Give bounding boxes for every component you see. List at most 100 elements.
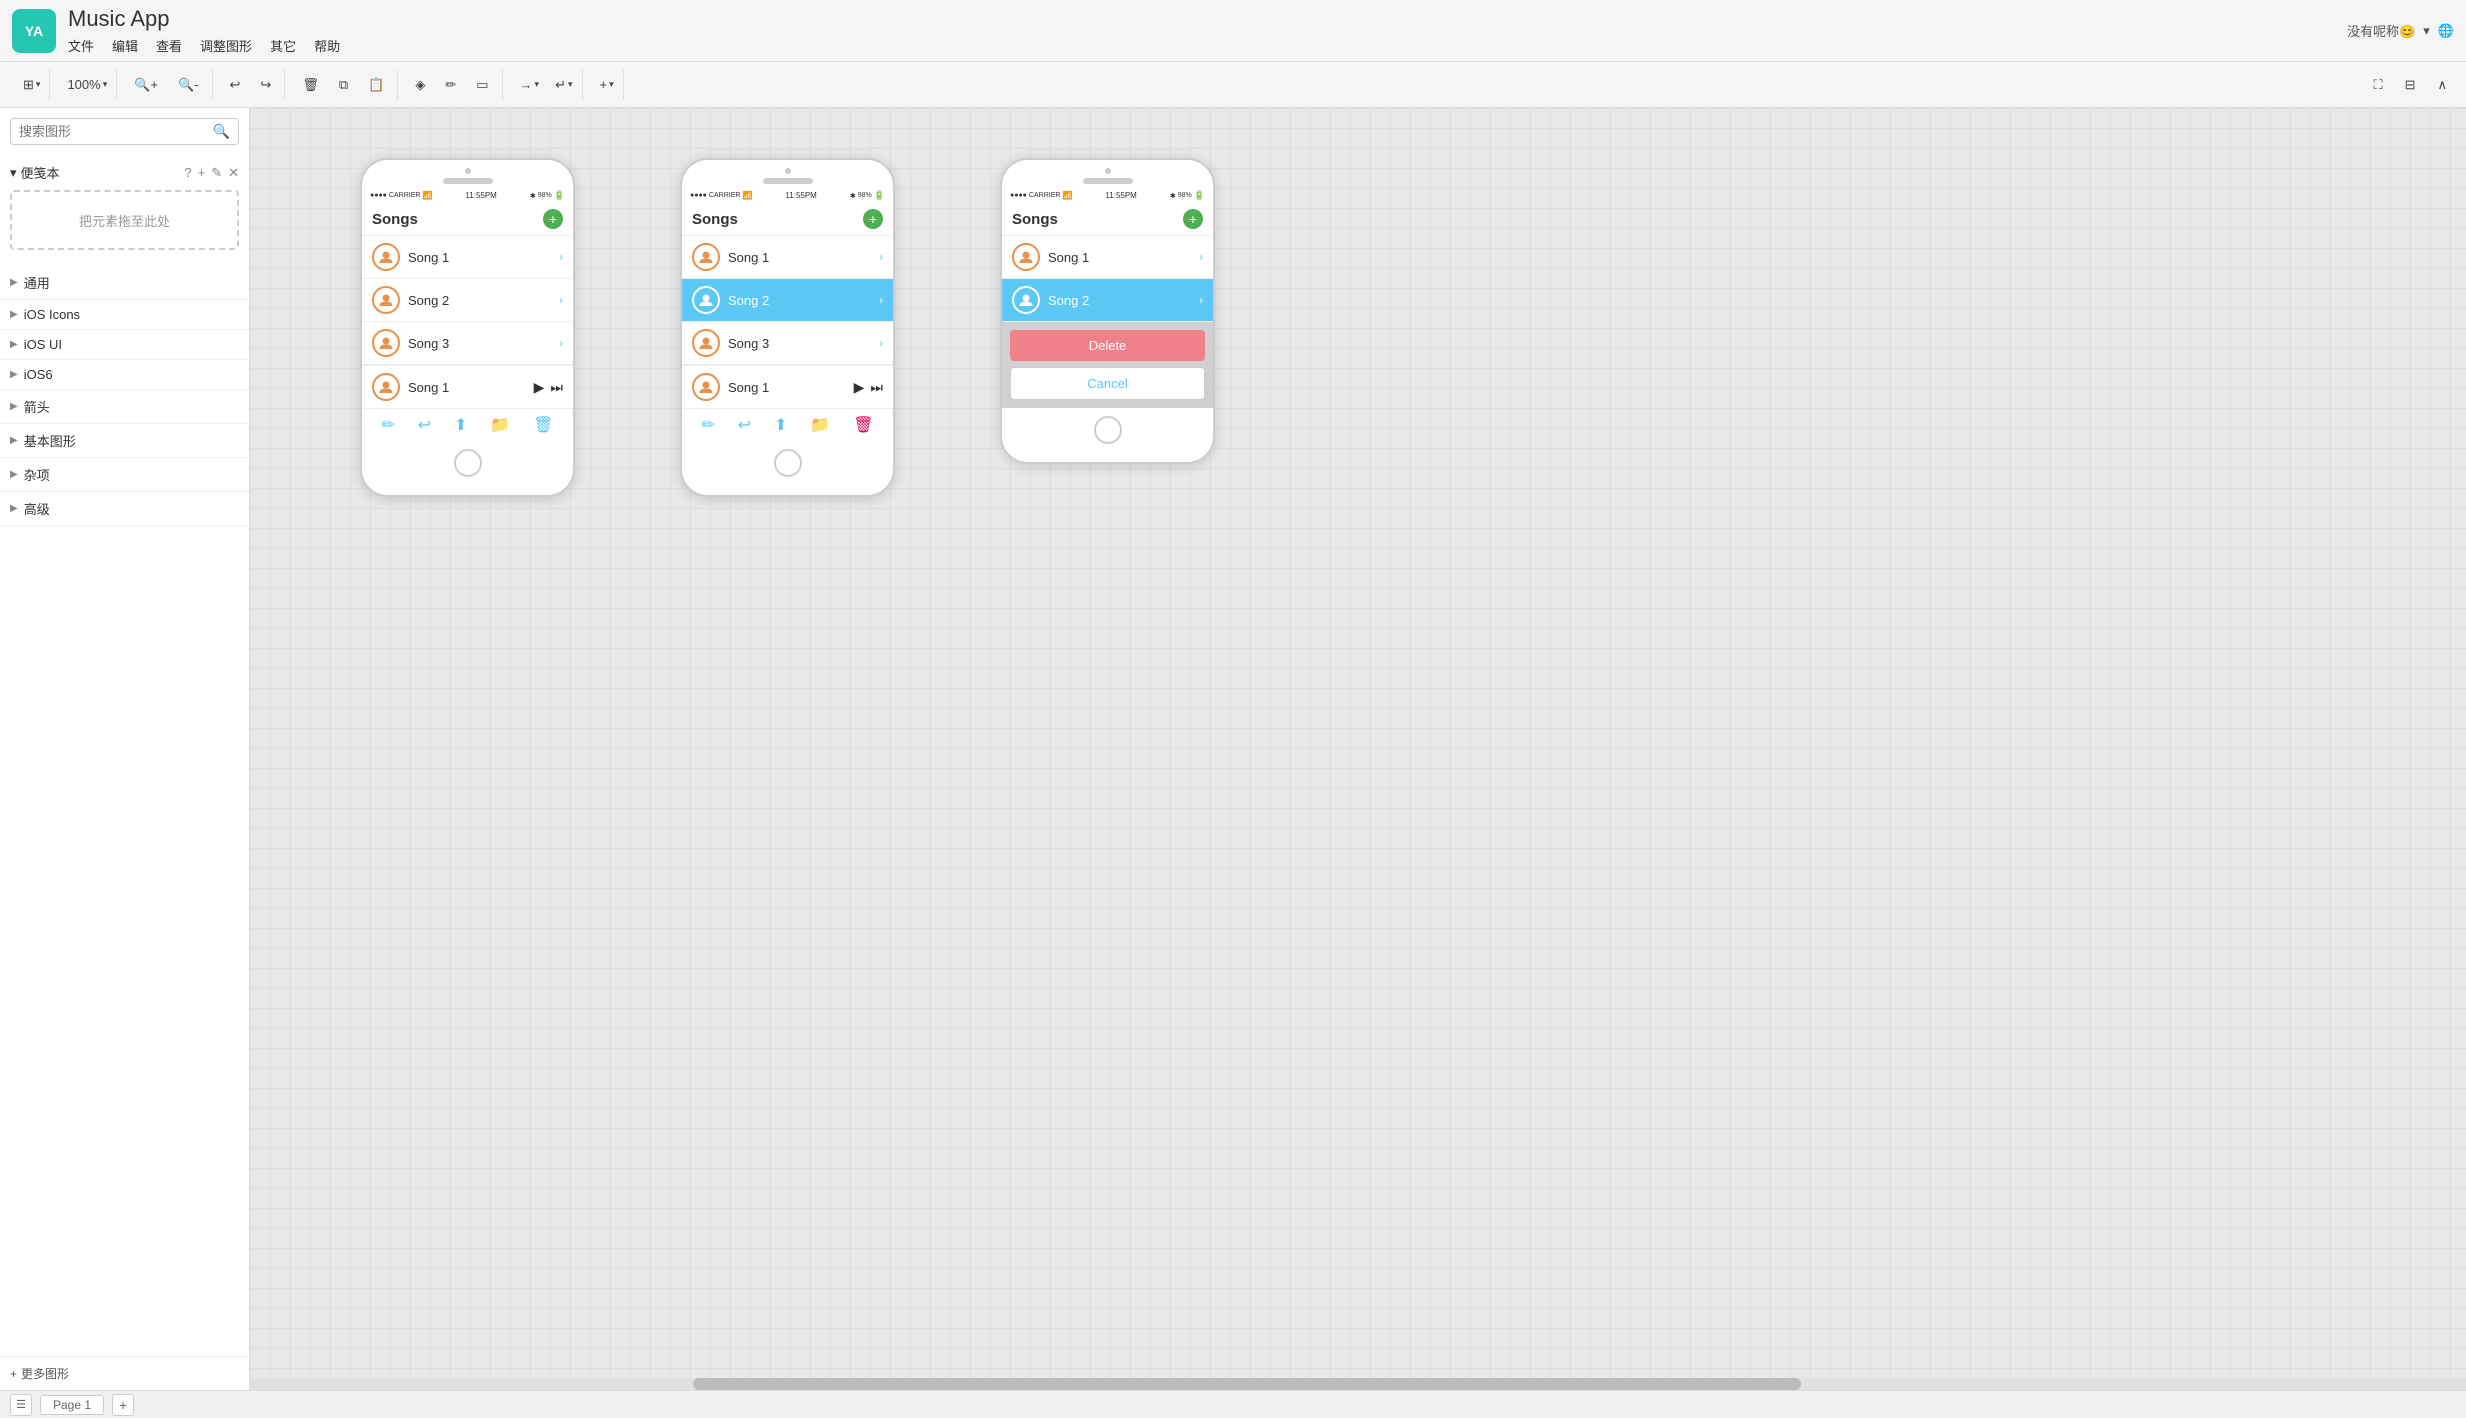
song-name-3-1: Song 1 <box>1048 250 1191 265</box>
zoom-out-icon: 🔍- <box>178 77 199 93</box>
cancel-button-3[interactable]: Cancel <box>1010 367 1205 400</box>
sidebar-item-ios6[interactable]: ▶ iOS6 <box>0 360 249 390</box>
sidebar-item-advanced[interactable]: ▶ 高级 <box>0 492 249 526</box>
insert-button[interactable]: + ▾ <box>591 70 619 100</box>
sidebar-item-ios-icons[interactable]: ▶ iOS Icons <box>0 300 249 330</box>
play-controls-1: ▶ ⏭ <box>534 379 563 396</box>
toolbar-right: ⛶ ⊟ ∧ <box>2364 70 2456 100</box>
play-button-1[interactable]: ▶ <box>534 379 545 396</box>
song-row-2-3[interactable]: Song 3 › <box>682 322 893 365</box>
sidebar-item-arrows[interactable]: ▶ 箭头 <box>0 390 249 424</box>
collapse-button[interactable]: ∧ <box>2428 70 2456 100</box>
menu-arrange[interactable]: 调整图形 <box>200 36 252 55</box>
status-right-1: ✱ 98% 🔋 <box>530 190 565 201</box>
add-song-button-1[interactable]: + <box>543 209 563 229</box>
stencil-help-icon[interactable]: ? <box>184 165 191 181</box>
avatar-3-2 <box>1012 286 1040 314</box>
canvas[interactable]: ●●●● CARRIER 📶 11:55PM ✱ 98% 🔋 Songs + <box>250 108 2466 1390</box>
globe-icon[interactable]: 🌐 <box>2438 23 2454 39</box>
undo-icon-2[interactable]: ↩ <box>738 415 751 435</box>
add-song-button-3[interactable]: + <box>1183 209 1203 229</box>
fill-button[interactable]: ◈ <box>406 70 434 100</box>
avatar-3-1 <box>1012 243 1040 271</box>
search-icon[interactable]: 🔍 <box>213 123 230 140</box>
category-arrow-general: ▶ <box>10 277 18 288</box>
home-button-3[interactable] <box>1094 416 1122 444</box>
dropdown-icon[interactable]: ▾ <box>2423 23 2430 39</box>
more-shapes-button[interactable]: + 更多图形 <box>0 1356 249 1390</box>
edit-icon-1[interactable]: ✏ <box>381 415 394 435</box>
scrollbar-thumb[interactable] <box>693 1378 1801 1390</box>
paste-button[interactable]: 📋 <box>359 70 393 100</box>
page-tab-1[interactable]: Page 1 <box>40 1395 104 1415</box>
sidebar-item-ios-ui[interactable]: ▶ iOS UI <box>0 330 249 360</box>
waypoint-button[interactable]: ↵ ▾ <box>546 70 577 100</box>
song-row-1-3[interactable]: Song 3 › <box>362 322 573 365</box>
connector-button[interactable]: → ▾ <box>511 70 545 100</box>
zoom-selector[interactable]: 100% ▾ <box>58 70 112 100</box>
song-row-1-2[interactable]: Song 2 › <box>362 279 573 322</box>
sidebar-item-general[interactable]: ▶ 通用 <box>0 266 249 300</box>
menu-other[interactable]: 其它 <box>270 36 296 55</box>
chevron-2-3: › <box>879 336 883 350</box>
category-label-arrows: 箭头 <box>24 397 50 416</box>
category-arrow-ios-ui: ▶ <box>10 339 18 350</box>
sidebar-item-basic-shapes[interactable]: ▶ 基本图形 <box>0 424 249 458</box>
wifi-icon-2: 📶 <box>742 191 752 200</box>
trash-icon: 🗑 <box>302 77 319 93</box>
ff-button-2[interactable]: ⏭ <box>870 379 883 396</box>
signal-dots-2: ●●●● <box>690 192 707 199</box>
zoom-out-button[interactable]: 🔍- <box>169 70 208 100</box>
split-view-button[interactable]: ⊟ <box>2396 70 2425 100</box>
border-button[interactable]: ▭ <box>467 70 497 100</box>
undo-icon-1[interactable]: ↩ <box>418 415 431 435</box>
screen-title-3: Songs <box>1012 211 1058 228</box>
trash-icon-1[interactable]: 🗑 <box>533 415 553 435</box>
status-left-3: ●●●● CARRIER 📶 <box>1010 191 1072 200</box>
song-row-2-2[interactable]: Song 2 › <box>682 279 893 322</box>
line-icon: ✏ <box>445 77 456 93</box>
share-icon-2[interactable]: ⬆ <box>774 415 787 435</box>
menu-edit[interactable]: 编辑 <box>112 36 138 55</box>
home-button-1[interactable] <box>454 449 482 477</box>
song-row-2-1[interactable]: Song 1 › <box>682 236 893 279</box>
sidebar-item-misc[interactable]: ▶ 杂项 <box>0 458 249 492</box>
stencil-close-icon[interactable]: ✕ <box>228 165 239 181</box>
drop-zone[interactable]: 把元素拖至此处 <box>10 190 239 250</box>
delete-button-3[interactable]: Delete <box>1010 330 1205 361</box>
folder-icon-1[interactable]: 📁 <box>490 415 510 435</box>
song-row-3-2[interactable]: Song 2 › <box>1002 279 1213 322</box>
ff-button-1[interactable]: ⏭ <box>550 379 563 396</box>
redo-button[interactable]: ↪ <box>251 70 280 100</box>
song-row-3-1[interactable]: Song 1 › <box>1002 236 1213 279</box>
delete-button[interactable]: 🗑 <box>293 70 328 100</box>
search-input[interactable] <box>19 124 213 139</box>
share-icon-1[interactable]: ⬆ <box>454 415 467 435</box>
song-row-1-1[interactable]: Song 1 › <box>362 236 573 279</box>
undo-button[interactable]: ↩ <box>221 70 250 100</box>
stencil-add-icon[interactable]: + <box>198 165 206 181</box>
menu-help[interactable]: 帮助 <box>314 36 340 55</box>
phone-mockup-3: ●●●● CARRIER 📶 11:55PM ✱ 98% 🔋 Songs + <box>1000 158 1215 464</box>
toolbar: ⊞ ▾ 100% ▾ 🔍+ 🔍- ↩ ↪ 🗑 ⧉ 📋 ◈ ✏ ▭ → ▾ ↵ ▾ <box>0 62 2466 108</box>
canvas-scrollbar[interactable] <box>250 1378 2466 1390</box>
panel-toggle-button[interactable]: ⊞ ▾ <box>14 70 45 100</box>
zoom-in-button[interactable]: 🔍+ <box>125 70 167 100</box>
home-button-2[interactable] <box>774 449 802 477</box>
add-song-button-2[interactable]: + <box>863 209 883 229</box>
status-bar-2: ●●●● CARRIER 📶 11:55PM ✱ 98% 🔋 <box>682 188 893 203</box>
page-nav-button[interactable]: ☰ <box>10 1394 32 1416</box>
play-button-2[interactable]: ▶ <box>854 379 865 396</box>
trash-icon-2[interactable]: 🗑 <box>853 415 873 435</box>
stencil-edit-icon[interactable]: ✎ <box>211 165 222 181</box>
fullscreen-button[interactable]: ⛶ <box>2364 70 2391 100</box>
add-page-button[interactable]: + <box>112 1394 134 1416</box>
edit-icon-2[interactable]: ✏ <box>701 415 714 435</box>
menu-view[interactable]: 查看 <box>156 36 182 55</box>
menu-file[interactable]: 文件 <box>68 36 94 55</box>
song-name-2-2: Song 2 <box>728 293 871 308</box>
copy-button[interactable]: ⧉ <box>330 70 357 100</box>
line-color-button[interactable]: ✏ <box>436 70 465 100</box>
folder-icon-2[interactable]: 📁 <box>810 415 830 435</box>
category-label-ios-ui: iOS UI <box>24 337 62 352</box>
